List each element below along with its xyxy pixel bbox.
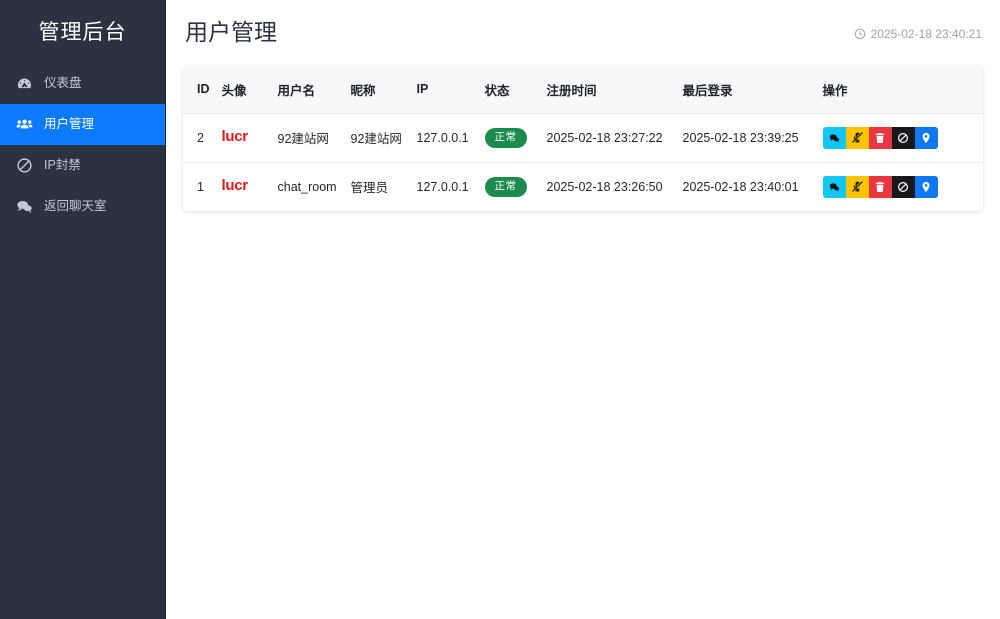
clock-icon [854, 28, 866, 40]
page-header: 用户管理 2025-02-18 23:40:21 [183, 18, 983, 47]
sidebar-item-dashboard[interactable]: 仪表盘 [0, 63, 165, 104]
column-header-status: 状态 [478, 65, 541, 114]
cell-actions [817, 162, 984, 211]
users-table: ID 头像 用户名 昵称 IP 状态 注册时间 最后登录 操作 2 lucr 9… [183, 65, 983, 211]
dashboard-icon [16, 75, 33, 92]
cell-last-login: 2025-02-18 23:39:25 [676, 113, 817, 163]
chat-button[interactable] [822, 126, 846, 149]
cell-username: chat_room [277, 179, 337, 194]
users-table-body: 2 lucr 92建站网 92建站网 127.0.0.1 正常 2025-02-… [183, 113, 983, 211]
sidebar-item-label: IP封禁 [44, 158, 81, 173]
ban-button[interactable] [891, 175, 915, 198]
cell-avatar: lucr [216, 162, 272, 211]
table-header-row: ID 头像 用户名 昵称 IP 状态 注册时间 最后登录 操作 [183, 65, 983, 114]
cell-id: 1 [197, 179, 204, 194]
ban-icon [16, 157, 33, 174]
column-header-username: 用户名 [271, 65, 345, 114]
sidebar-item-back-to-chat[interactable]: 返回聊天室 [0, 186, 165, 227]
column-header-id: ID [183, 65, 216, 114]
current-time: 2025-02-18 23:40:21 [854, 27, 982, 41]
sidebar-item-label: 返回聊天室 [44, 199, 107, 214]
status-badge: 正常 [484, 128, 527, 148]
users-table-card: ID 头像 用户名 昵称 IP 状态 注册时间 最后登录 操作 2 lucr 9… [183, 65, 983, 211]
cell-nickname: 92建站网 [344, 113, 411, 163]
admin-page: 管理后台 仪表盘 用户管理 IP封禁 返回聊天室 用户管理 2025-02-18… [0, 0, 1000, 619]
cell-nickname: 管理员 [350, 181, 389, 196]
cell-id: 2 [183, 113, 216, 163]
row-action-group [822, 175, 938, 198]
sidebar-item-label: 用户管理 [44, 117, 95, 132]
mute-button[interactable] [845, 126, 869, 149]
avatar: lucr [221, 127, 249, 145]
row-action-group [822, 126, 938, 149]
page-title: 用户管理 [185, 19, 277, 45]
column-header-last-login: 最后登录 [676, 65, 817, 114]
cell-actions [816, 113, 983, 163]
sidebar-item-label: 仪表盘 [44, 76, 82, 91]
column-header-registered: 注册时间 [540, 65, 677, 114]
column-header-nickname: 昵称 [344, 65, 411, 114]
locate-button[interactable] [914, 175, 938, 198]
users-table-head: ID 头像 用户名 昵称 IP 状态 注册时间 最后登录 操作 [183, 65, 983, 114]
current-time-text: 2025-02-18 23:40:21 [870, 27, 982, 41]
ban-button[interactable] [891, 126, 915, 149]
cell-avatar: lucr [215, 113, 272, 163]
cell-status: 正常 [478, 113, 541, 163]
main-content: 用户管理 2025-02-18 23:40:21 ID 头像 用户名 昵称 IP… [166, 0, 1000, 619]
delete-button[interactable] [868, 126, 892, 149]
status-badge: 正常 [484, 177, 527, 197]
comments-icon [16, 198, 33, 215]
cell-ip: 127.0.0.1 [410, 113, 479, 163]
column-header-actions: 操作 [816, 65, 983, 114]
column-header-avatar: 头像 [215, 65, 272, 114]
sidebar-item-users[interactable]: 用户管理 [0, 104, 165, 145]
users-icon [16, 116, 33, 133]
cell-username: 92建站网 [271, 113, 345, 163]
sidebar-item-ip-ban[interactable]: IP封禁 [0, 145, 165, 186]
avatar: lucr [221, 176, 249, 194]
sidebar-title: 管理后台 [38, 21, 127, 44]
table-row: 2 lucr 92建站网 92建站网 127.0.0.1 正常 2025-02-… [183, 113, 983, 163]
cell-last-login: 2025-02-18 23:40:01 [682, 179, 799, 194]
cell-registered-at: 2025-02-18 23:27:22 [540, 113, 677, 163]
cell-ip: 127.0.0.1 [416, 179, 469, 194]
cell-registered-at: 2025-02-18 23:26:50 [546, 179, 663, 194]
mute-button[interactable] [845, 175, 869, 198]
locate-button[interactable] [914, 126, 938, 149]
delete-button[interactable] [868, 175, 892, 198]
table-row: 1 lucr chat_room 管理员 127.0.0.1 正常 2025-0… [183, 162, 983, 211]
column-header-ip: IP [410, 65, 479, 114]
sidebar: 管理后台 仪表盘 用户管理 IP封禁 返回聊天室 [0, 0, 166, 619]
chat-button[interactable] [822, 175, 846, 198]
cell-status: 正常 [479, 162, 541, 211]
sidebar-nav: 仪表盘 用户管理 IP封禁 返回聊天室 [0, 63, 165, 227]
